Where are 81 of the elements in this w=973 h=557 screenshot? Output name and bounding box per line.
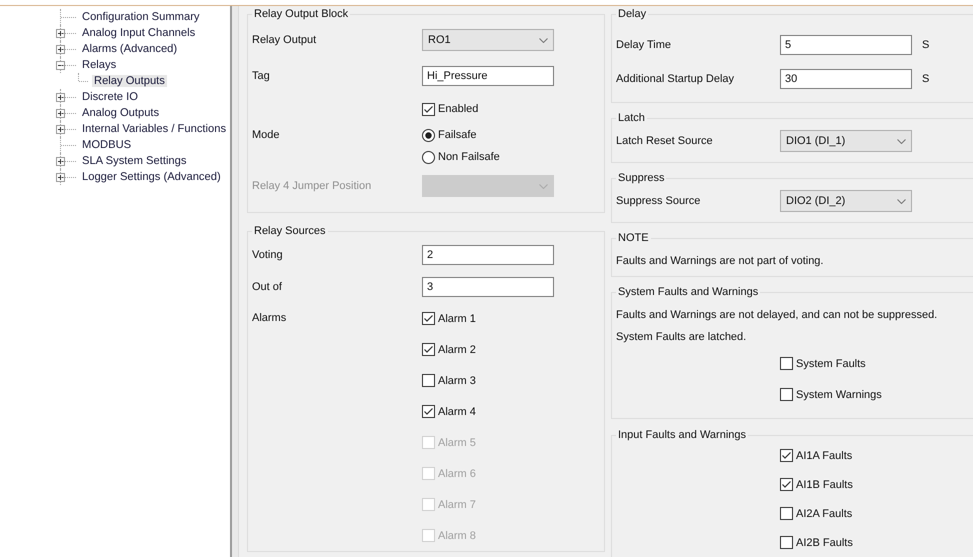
field-label: Latch Reset Source [616,135,714,147]
radio-label[interactable]: Non Failsafe [438,151,500,163]
checkbox-label[interactable]: Alarm 1 [438,312,476,324]
group-title: System Faults and Warnings [617,286,760,298]
group-title: NOTE [617,232,650,244]
field-label: Out of [252,281,283,293]
tree-item[interactable]: MODBUS [80,139,134,151]
checkbox-label[interactable]: Alarm 2 [438,344,476,356]
tree-item[interactable]: Discrete IO [80,91,140,103]
expand-icon[interactable] [56,157,65,166]
field-label: Additional Startup Delay [616,73,736,85]
checkbox[interactable] [780,507,793,520]
collapse-icon[interactable] [56,61,65,70]
expand-icon[interactable] [56,125,65,134]
field-label: Voting [252,249,284,261]
checkbox[interactable] [780,449,793,462]
checkbox[interactable] [422,102,435,116]
checkbox[interactable] [780,388,793,401]
checkbox-label[interactable]: Enabled [438,103,478,115]
tree-item[interactable]: Configuration Summary [80,11,202,23]
chevron-down-icon [897,138,906,144]
note-text: Faults and Warnings are not part of voting. [616,255,824,267]
dropdown[interactable]: RO1 [422,29,554,51]
expand-icon[interactable] [56,29,65,38]
text-field[interactable]: Hi_Pressure [422,66,554,86]
field-label: Delay Time [616,39,672,51]
expand-icon[interactable] [56,45,65,54]
field-label: Alarms [252,311,288,326]
expand-icon[interactable] [56,173,65,182]
radio-button[interactable] [422,150,435,164]
checkbox-label[interactable]: System Faults [796,358,866,370]
expand-icon[interactable] [56,93,65,102]
checkbox-label[interactable]: AI1A Faults [796,450,852,462]
unit-label: S [921,39,930,51]
tree-item[interactable]: Logger Settings (Advanced) [80,171,223,183]
note-text: Faults and Warnings are not delayed, and can not be suppressed. [616,309,938,321]
group-title: Suppress [617,172,666,184]
checkbox[interactable] [780,536,793,549]
checkbox[interactable] [422,374,435,387]
radio-button-selected[interactable] [422,128,435,142]
checkbox-label[interactable]: AI2A Faults [796,508,852,520]
checkbox[interactable] [422,312,435,325]
text-field[interactable]: 5 [780,35,912,55]
tree-item[interactable]: Relays [80,59,118,71]
group-title: Input Faults and Warnings [617,429,747,441]
field-label: Relay 4 Jumper Position [252,180,372,192]
radio-label[interactable]: Failsafe [438,129,477,141]
field-label: Tag [252,70,271,82]
checkbox-label[interactable]: Alarm 4 [438,406,476,418]
checkbox[interactable] [422,343,435,356]
field-label: Relay Output [252,34,318,46]
group-title: Relay Sources [253,225,327,237]
checkbox[interactable] [780,357,793,370]
checkbox-label[interactable]: AI1B Faults [796,478,853,490]
checkbox-label[interactable]: Alarm 3 [438,374,476,386]
field-label: Suppress Source [616,195,702,207]
chevron-down-icon [539,184,548,188]
checkbox-label[interactable]: AI2B Faults [796,536,853,548]
expand-icon[interactable] [56,109,65,118]
unit-label: S [921,73,930,85]
tree-item[interactable]: Internal Variables / Functions [80,123,228,135]
tree-item[interactable]: Relay Outputs [92,75,167,87]
chevron-down-icon [897,198,906,204]
note-text: System Faults are latched. [616,331,746,343]
group-title: Delay [617,8,648,20]
dropdown[interactable]: DIO1 (DI_1) [780,130,912,152]
checkbox[interactable] [422,405,435,418]
tree-item[interactable]: Alarms (Advanced) [80,43,180,55]
field-label: Mode [252,128,281,143]
tree-item[interactable]: SLA System Settings [80,155,188,167]
group-title: Relay Output Block [253,8,350,20]
dropdown[interactable]: DIO2 (DI_2) [780,190,912,212]
text-field[interactable]: 30 [780,69,912,89]
group-title: Latch [617,112,646,124]
checkbox-label[interactable]: System Warnings [796,388,882,400]
tree-item[interactable]: Analog Input Channels [80,27,198,39]
text-field[interactable]: 3 [422,277,554,297]
chevron-down-icon [539,38,548,42]
text-field[interactable]: 2 [422,245,554,265]
checkbox[interactable] [780,478,793,491]
tree-item[interactable]: Analog Outputs [80,107,162,119]
